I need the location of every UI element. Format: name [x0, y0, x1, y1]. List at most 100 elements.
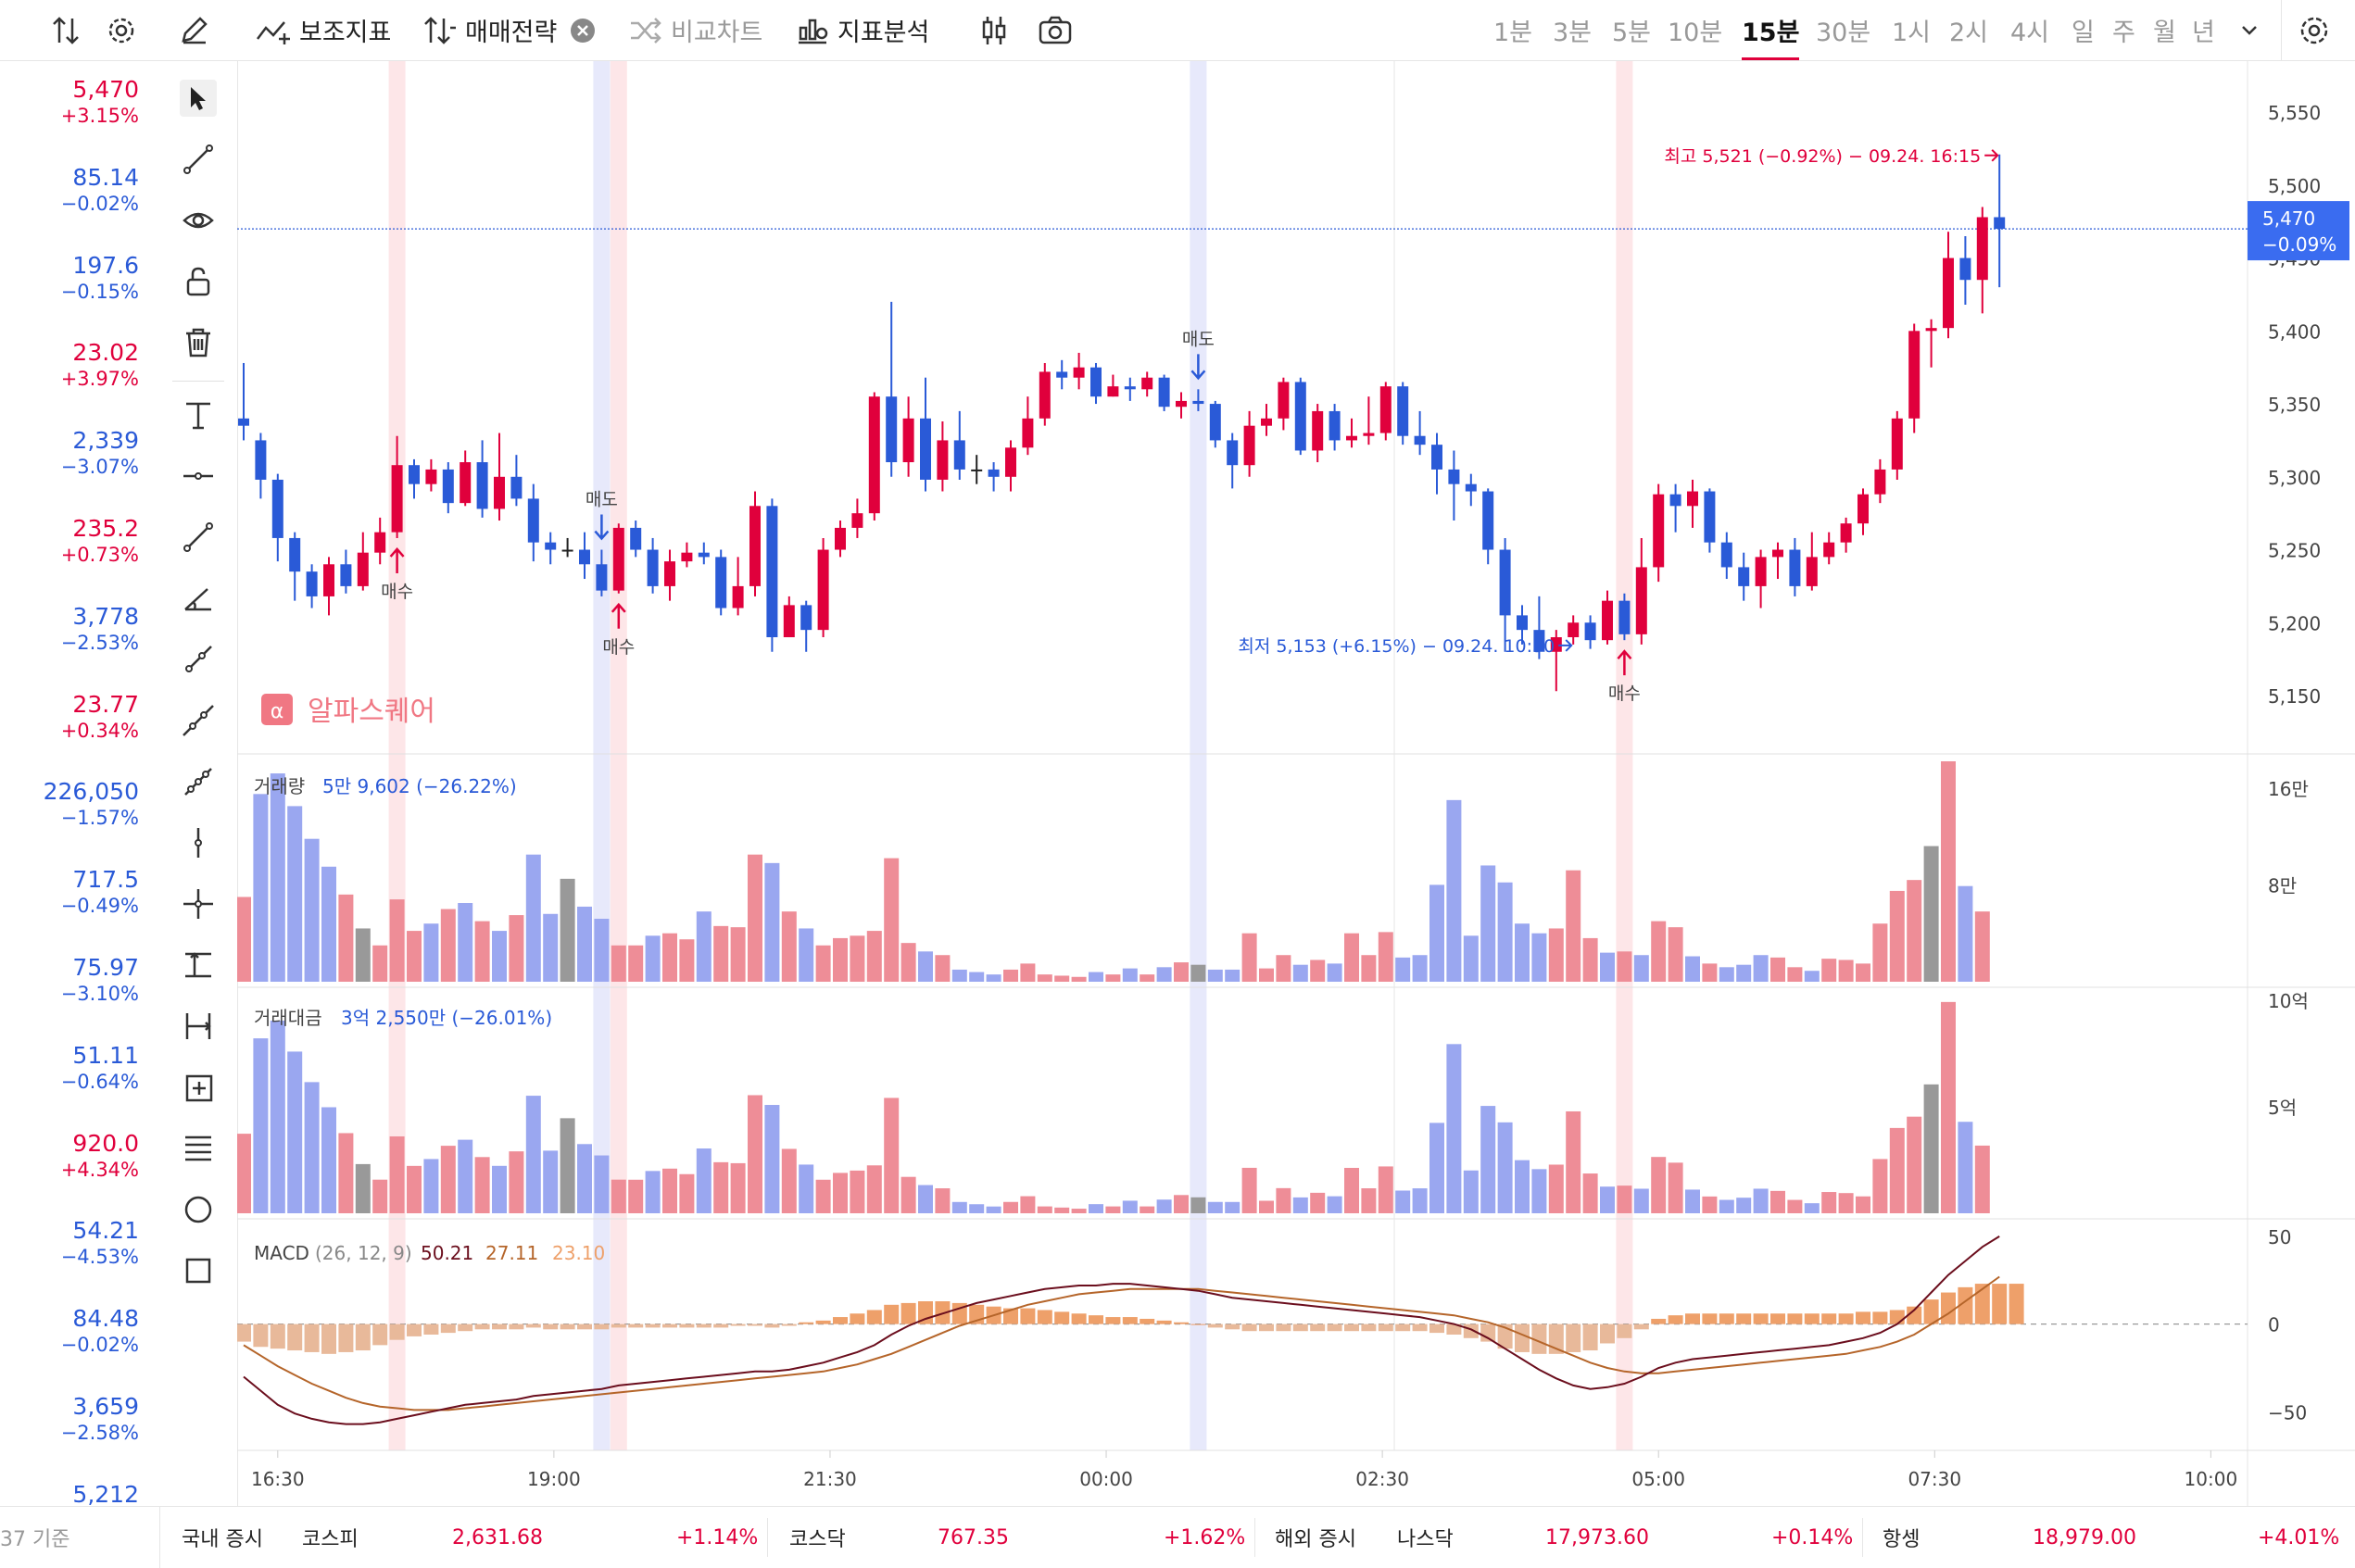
pencil-icon[interactable] — [178, 0, 209, 60]
timeframe-tab[interactable]: 3분 — [1553, 0, 1592, 60]
watchlist-item[interactable]: 920.0 +4.34% — [61, 1130, 139, 1182]
ray-tool-icon[interactable] — [180, 641, 217, 678]
text-tool-icon[interactable] — [180, 396, 217, 433]
crosshair-icon[interactable] — [180, 885, 217, 922]
trading-value-bar — [628, 1179, 644, 1213]
timeframe-tab[interactable]: 월 — [2153, 0, 2176, 60]
volume-value: 5만 9,602 (−26.22%) — [322, 775, 517, 797]
extended-line-icon[interactable] — [180, 702, 217, 739]
compare-chart-button[interactable]: 비교차트 — [628, 0, 762, 60]
candle-body — [340, 564, 352, 586]
line-tool-icon[interactable] — [180, 519, 217, 556]
watchlist-item[interactable]: 235.2 +0.73% — [61, 515, 139, 567]
watchlist-item[interactable]: 226,050 −1.57% — [44, 778, 139, 830]
timeframe-tab[interactable]: 년 — [2192, 0, 2215, 60]
lock-icon[interactable] — [180, 263, 217, 300]
chevron-down-icon[interactable] — [2238, 0, 2261, 60]
volume-bar — [679, 939, 695, 982]
volume-bar — [1753, 955, 1769, 982]
price-chart[interactable]: 5,1505,2005,2505,3005,3505,4005,4505,500… — [237, 61, 2355, 1506]
timeframe-tab[interactable]: 30분 — [1816, 0, 1870, 60]
macd-signal-line — [243, 1275, 2000, 1411]
trading-value-bar — [1259, 1200, 1274, 1213]
circle-tool-icon[interactable] — [180, 1191, 217, 1228]
gear-icon[interactable] — [106, 0, 137, 60]
macd-histogram-bar — [1856, 1311, 1870, 1324]
watchlist-change: +3.15% — [60, 105, 139, 127]
watchlist-item[interactable]: 197.6 −0.15% — [61, 252, 139, 304]
trading-value-bar — [253, 1038, 269, 1213]
cursor-icon[interactable] — [180, 80, 217, 117]
timeframe-tab[interactable]: 1시 — [1892, 0, 1931, 60]
macd-histogram-bar — [850, 1313, 865, 1324]
volume-bar — [1974, 911, 1990, 982]
watchlist-item[interactable]: 75.97 −3.10% — [61, 954, 139, 1006]
angle-tool-icon[interactable] — [180, 580, 217, 617]
watchlist-item[interactable]: 51.11 −0.64% — [61, 1042, 139, 1094]
timeframe-tab[interactable]: 1분 — [1493, 0, 1532, 60]
aux-indicator-button[interactable]: 보조지표 — [255, 0, 391, 60]
trade-strategy-button[interactable]: 매매전략 — [422, 0, 596, 60]
eye-icon[interactable] — [180, 202, 217, 239]
candle-body — [1312, 410, 1324, 451]
trading-value-bar — [935, 1188, 951, 1213]
camera-icon[interactable] — [1038, 0, 1073, 60]
trading-value-bar — [1190, 1197, 1206, 1213]
watchlist-item[interactable]: 23.77 +0.34% — [61, 691, 139, 743]
trading-value-bar — [474, 1157, 490, 1213]
price-range-icon[interactable] — [180, 947, 217, 984]
fibonacci-icon[interactable] — [180, 1130, 217, 1167]
kospi-label[interactable]: 코스피 — [302, 1507, 359, 1568]
trading-value-bar — [560, 1118, 575, 1213]
horizontal-line-icon[interactable] — [180, 458, 217, 495]
timeframe-tab[interactable]: 일 — [2072, 0, 2095, 60]
watchlist-item[interactable]: 5,470 +3.15% — [61, 76, 139, 128]
close-icon[interactable] — [570, 18, 596, 44]
volume-bar — [423, 923, 439, 982]
watchlist-item[interactable]: 84.48 −0.02% — [61, 1305, 139, 1357]
macd-histogram-bar — [645, 1323, 661, 1328]
hangseng-label[interactable]: 항셍 — [1883, 1507, 1920, 1568]
candle-type-icon[interactable] — [978, 0, 1010, 60]
trading-value-bar — [1207, 1201, 1223, 1213]
macd-histogram-bar — [1054, 1311, 1070, 1324]
candle-body — [1925, 328, 1937, 332]
timeframe-tab[interactable]: 5분 — [1612, 0, 1651, 60]
trend-line-icon[interactable] — [180, 141, 217, 178]
nasdaq-label[interactable]: 나스닥 — [1397, 1507, 1454, 1568]
watchlist-item[interactable]: 3,659 −2.58% — [61, 1393, 139, 1445]
watchlist-change: +4.34% — [60, 1158, 139, 1181]
watchlist-item[interactable]: 717.5 −0.49% — [61, 866, 139, 918]
watchlist-change: −1.57% — [60, 807, 139, 830]
trading-value-bar — [355, 1163, 371, 1213]
volume-bar — [577, 906, 592, 982]
kosdaq-label[interactable]: 코스닥 — [789, 1507, 846, 1568]
trading-value-bar — [833, 1173, 848, 1213]
watchlist-change: −4.53% — [60, 1246, 139, 1269]
candle-body — [1346, 435, 1357, 441]
timeframe-tab[interactable]: 2시 — [1949, 0, 1988, 60]
date-range-icon[interactable] — [180, 1008, 217, 1045]
watchlist-item[interactable]: 5,212 — [72, 1481, 139, 1509]
vertical-line-icon[interactable] — [180, 824, 217, 861]
trash-icon[interactable] — [180, 324, 217, 361]
watchlist-item[interactable]: 3,778 −2.53% — [61, 603, 139, 655]
watchlist-item[interactable]: 2,339 −3.07% — [61, 427, 139, 479]
rectangle-tool-icon[interactable] — [180, 1252, 217, 1289]
timeframe-tab[interactable]: 주 — [2112, 0, 2135, 60]
parallel-line-icon[interactable] — [180, 763, 217, 800]
candle-body — [1090, 367, 1102, 397]
watchlist-item[interactable]: 23.02 +3.97% — [61, 339, 139, 391]
timeframe-tab[interactable]: 10분 — [1668, 0, 1722, 60]
indicator-analysis-button[interactable]: 지표분석 — [795, 0, 929, 60]
volume-bar — [1225, 969, 1240, 982]
watchlist-item[interactable]: 85.14 −0.02% — [61, 164, 139, 216]
sort-icon[interactable] — [50, 0, 82, 60]
macd-histogram-bar — [372, 1323, 388, 1346]
add-box-icon[interactable] — [180, 1069, 217, 1106]
macd-histogram-bar — [679, 1323, 695, 1328]
watchlist-item[interactable]: 54.21 −4.53% — [61, 1217, 139, 1269]
timeframe-tab[interactable]: 15분 — [1742, 0, 1800, 60]
settings-icon[interactable] — [2298, 0, 2331, 60]
timeframe-tab[interactable]: 4시 — [2010, 0, 2049, 60]
